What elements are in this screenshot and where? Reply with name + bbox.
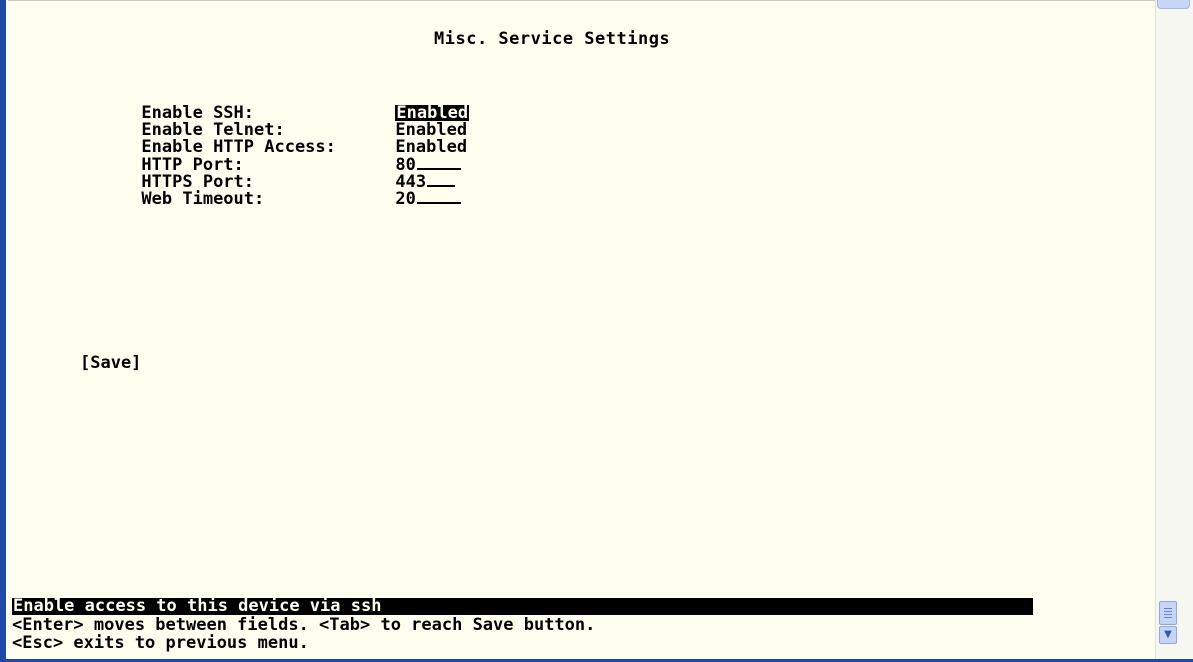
field-enable-http-access[interactable]: Enable HTTP Access: Enabled	[80, 123, 467, 156]
field-value-web-timeout[interactable]: 20	[395, 191, 415, 208]
window-left-border	[0, 0, 8, 662]
field-enable-telnet[interactable]: Enable Telnet: Enabled	[80, 106, 467, 139]
help-line-navigation: <Enter> moves between fields. <Tab> to r…	[12, 615, 596, 635]
status-message: Enable access to this device via ssh	[12, 598, 1033, 615]
grip-icon[interactable]	[1159, 601, 1177, 625]
terminal-window: Misc. Service Settings Enable SSH: Enable…	[0, 0, 1193, 662]
scroll-up-edge[interactable]	[1157, 0, 1190, 9]
field-web-timeout[interactable]: Web Timeout: 20	[80, 174, 461, 208]
field-enable-ssh[interactable]: Enable SSH: Enabled	[80, 89, 470, 122]
vertical-scrollbar[interactable]: ▼	[1155, 0, 1193, 659]
field-http-port[interactable]: HTTP Port: 80	[80, 140, 461, 174]
field-https-port[interactable]: HTTPS Port: 443	[80, 157, 456, 191]
page-title: Misc. Service Settings	[434, 29, 671, 49]
help-line-escape: <Esc> exits to previous menu.	[12, 633, 309, 653]
chevron-down-icon[interactable]: ▼	[1159, 626, 1177, 644]
terminal-screen[interactable]: Misc. Service Settings Enable SSH: Enable…	[8, 0, 1156, 660]
save-button[interactable]: [Save]	[80, 353, 141, 373]
input-underline	[416, 190, 461, 204]
field-label: Web Timeout:	[141, 189, 265, 209]
